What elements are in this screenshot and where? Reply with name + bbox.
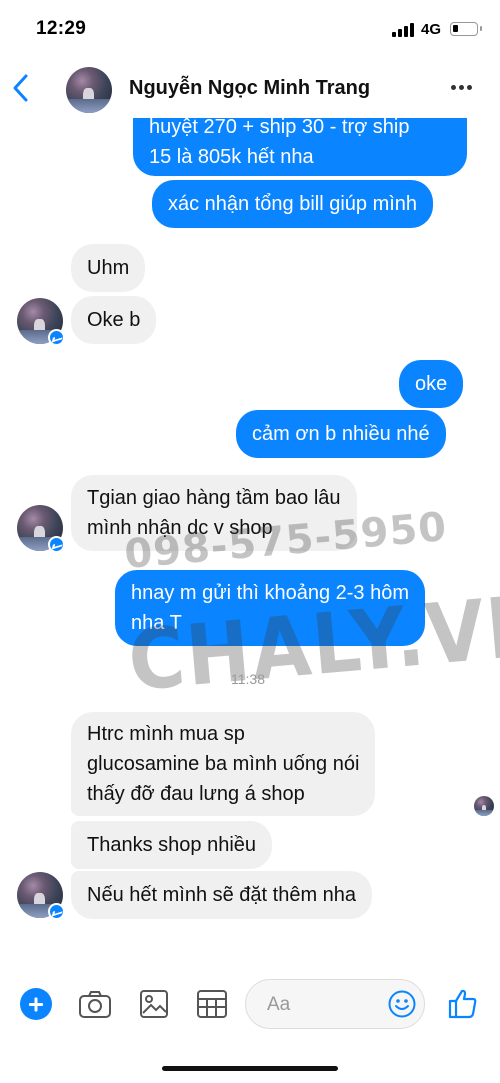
plus-icon[interactable] [20, 988, 52, 1020]
message-line: Htrc mình mua sp [87, 723, 245, 745]
contact-name[interactable]: Nguyễn Ngọc Minh Trang [129, 77, 370, 100]
signal-icon [392, 23, 414, 37]
message-bubble-outgoing[interactable]: huyệt 270 + ship 30 - trợ ship 15 là 805… [133, 118, 467, 176]
message-bubble-outgoing[interactable]: oke [399, 360, 464, 408]
message-line: Thanks shop nhiều [87, 834, 257, 856]
message-line: oke [415, 373, 448, 395]
network-label: 4G [421, 21, 442, 38]
message-bubble-incoming[interactable]: Htrc mình mua sp glucosamine ba mình uốn… [71, 712, 376, 816]
message-line: Tgian giao hàng tầm bao lâu [87, 487, 341, 509]
message-bubble-incoming[interactable]: Nếu hết mình sẽ đặt thêm nha [71, 871, 373, 919]
message-line: glucosamine ba mình uống nói [87, 753, 360, 775]
messenger-badge-icon [48, 903, 65, 920]
message-line: cảm ơn b nhiều nhé [252, 423, 430, 445]
seen-avatar [474, 796, 494, 816]
image-icon[interactable] [137, 988, 171, 1020]
message-line: Nếu hết mình sẽ đặt thêm nha [87, 884, 357, 906]
chat-header: Nguyễn Ngọc Minh Trang [0, 60, 500, 118]
message-line: thấy đỡ đau lưng á shop [87, 783, 305, 805]
messenger-badge-icon [48, 536, 65, 553]
status-bar: 12:29 4G [0, 0, 500, 60]
more-icon[interactable] [449, 79, 475, 95]
message-line: xác nhận tổng bill giúp mình [168, 193, 418, 215]
thumbs-up-icon[interactable] [446, 987, 480, 1021]
message-bubble-incoming[interactable]: Oke b [71, 296, 157, 344]
message-line: Oke b [87, 309, 141, 331]
message-bubble-outgoing[interactable]: cảm ơn b nhiều nhé [236, 410, 446, 458]
messenger-badge-icon [48, 329, 65, 346]
message-line: Uhm [87, 257, 130, 279]
message-bubble-incoming[interactable]: Thanks shop nhiều [71, 821, 273, 869]
sender-avatar[interactable] [17, 505, 65, 553]
home-indicator[interactable] [162, 1066, 338, 1071]
battery-icon [450, 22, 482, 36]
contact-avatar[interactable] [66, 67, 112, 113]
back-chevron-icon[interactable] [8, 70, 38, 106]
message-input-placeholder: Aa [267, 994, 291, 1015]
emoji-icon[interactable] [387, 989, 417, 1019]
message-list[interactable]: huyệt 270 + ship 30 - trợ ship 15 là 805… [0, 118, 500, 970]
message-composer: Aa [0, 970, 500, 1040]
message-line: 15 là 805k hết nha [149, 146, 314, 168]
sticker-icon[interactable] [195, 988, 229, 1020]
message-input[interactable]: Aa [245, 979, 425, 1029]
status-time: 12:29 [36, 18, 87, 39]
message-timestamp: 11:38 [231, 671, 265, 687]
message-line: huyệt 270 + ship 30 - trợ ship [149, 118, 410, 138]
message-bubble-outgoing[interactable]: xác nhận tổng bill giúp mình [152, 180, 434, 228]
camera-icon[interactable] [78, 988, 112, 1020]
sender-avatar[interactable] [17, 298, 65, 346]
message-bubble-incoming[interactable]: Uhm [71, 244, 146, 292]
sender-avatar[interactable] [17, 872, 65, 920]
